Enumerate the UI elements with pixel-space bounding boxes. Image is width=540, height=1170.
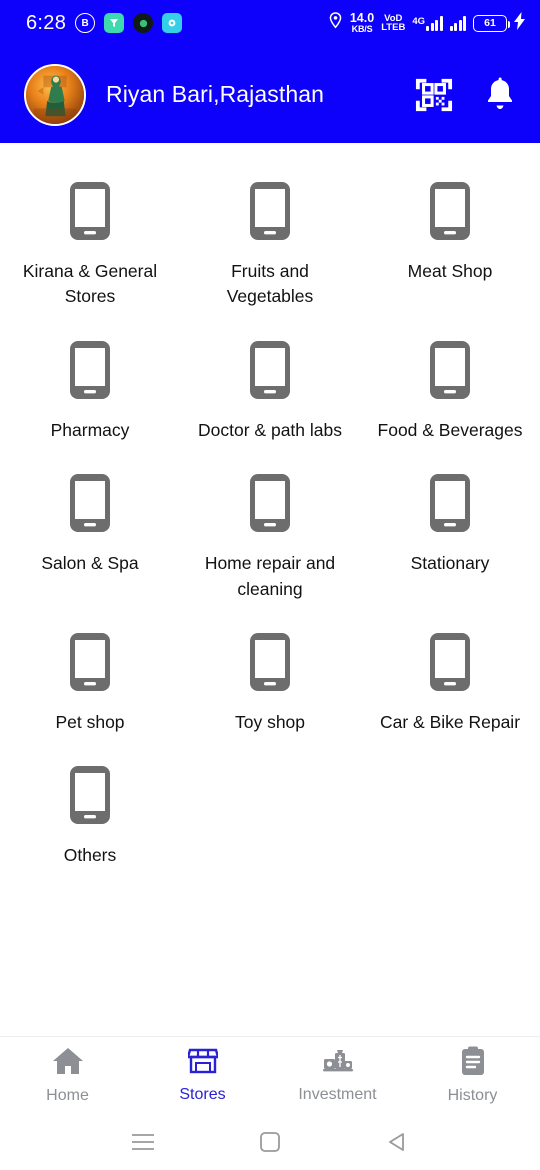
- category-label: Fruits and Vegetables: [226, 261, 314, 307]
- status-bar-right: 14.0 KB/S VoD LTEB 4G 61: [328, 11, 526, 35]
- storefront-icon: [185, 1047, 220, 1080]
- battery-indicator: 61: [473, 14, 510, 32]
- mobile-phone-icon: [422, 334, 478, 406]
- data-type-label: 4G: [412, 15, 425, 27]
- status-bar: 6:28 B 14.0 KB/S VoD LTEB 4G 61: [0, 0, 540, 46]
- mobile-phone-icon: [422, 175, 478, 247]
- category-grid: Kirana & General Stores Fruits and Veget…: [0, 157, 540, 875]
- category-label: Kirana & General Stores: [22, 261, 158, 307]
- nav-label-home: Home: [46, 1087, 89, 1104]
- mobile-phone-icon: [62, 334, 118, 406]
- mobile-phone-icon: [62, 759, 118, 831]
- network-speed-value: 14.0: [349, 11, 375, 26]
- status-clock: 6:28: [26, 11, 67, 34]
- bottom-navigation: Home Stores Investment History: [0, 1036, 540, 1114]
- app-screen: 6:28 B 14.0 KB/S VoD LTEB 4G 61 Riyan Ba…: [0, 0, 540, 1170]
- status-bar-left: 6:28 B: [26, 11, 183, 35]
- mobile-phone-icon: [242, 175, 298, 247]
- money-stack-icon: [322, 1047, 354, 1080]
- mobile-phone-icon: [422, 626, 478, 698]
- category-label: Doctor & path labs: [198, 419, 342, 440]
- nav-item-history[interactable]: History: [405, 1046, 540, 1105]
- mobile-phone-icon: [242, 467, 298, 539]
- category-label: Food & Beverages: [377, 419, 523, 440]
- battery-percent: 61: [484, 17, 496, 29]
- category-item[interactable]: Car & Bike Repair: [360, 608, 540, 741]
- category-label: Stationary: [410, 553, 490, 574]
- category-label: Salon & Spa: [41, 553, 139, 574]
- category-label: Car & Bike Repair: [379, 711, 521, 732]
- category-item[interactable]: Meat Shop: [360, 157, 540, 316]
- cyan-app-icon: [162, 13, 183, 33]
- page-title: Riyan Bari,Rajasthan: [106, 81, 325, 107]
- mobile-phone-icon: [242, 626, 298, 698]
- signal-bars-sim2: [449, 15, 466, 31]
- category-label: Home repair and cleaning: [204, 553, 336, 599]
- nav-label-history: History: [447, 1087, 498, 1104]
- category-item[interactable]: Doctor & path labs: [180, 316, 360, 449]
- app-header-actions: [414, 75, 520, 115]
- nav-item-stores[interactable]: Stores: [135, 1047, 270, 1104]
- charging-bolt-icon: [514, 11, 526, 35]
- square-home-icon[interactable]: [248, 1120, 292, 1164]
- category-item[interactable]: Pet shop: [0, 608, 180, 741]
- clipboard-icon: [460, 1046, 486, 1081]
- category-grid-container: Kirana & General Stores Fruits and Veget…: [0, 143, 540, 1036]
- location-pin-icon: [328, 12, 343, 34]
- category-label: Pet shop: [55, 711, 125, 732]
- mobile-phone-icon: [422, 467, 478, 539]
- bell-icon[interactable]: [480, 75, 520, 115]
- nav-label-investment: Investment: [298, 1086, 377, 1103]
- category-item[interactable]: Others: [0, 741, 180, 874]
- category-label: Toy shop: [234, 711, 306, 732]
- mobile-phone-icon: [62, 467, 118, 539]
- network-speed-unit: KB/S: [351, 23, 373, 34]
- volte-line2: LTEB: [381, 22, 406, 33]
- avatar[interactable]: [24, 63, 86, 126]
- signal-indicator-sim1: 4G: [412, 15, 443, 31]
- category-item[interactable]: Stationary: [360, 449, 540, 608]
- mobile-phone-icon: [242, 334, 298, 406]
- category-item[interactable]: Salon & Spa: [0, 449, 180, 608]
- category-item[interactable]: Home repair and cleaning: [180, 449, 360, 608]
- category-item[interactable]: Food & Beverages: [360, 316, 540, 449]
- browser-b-icon: B: [75, 13, 96, 33]
- menu-lines-icon[interactable]: [121, 1120, 165, 1164]
- category-item[interactable]: Kirana & General Stores: [0, 157, 180, 316]
- home-icon: [52, 1046, 84, 1081]
- qr-scan-icon[interactable]: [414, 75, 454, 115]
- category-label: Meat Shop: [407, 261, 493, 281]
- category-item[interactable]: Pharmacy: [0, 316, 180, 449]
- dark-app-icon: [133, 13, 154, 33]
- volte-indicator: VoD LTEB: [381, 13, 406, 33]
- category-item[interactable]: Fruits and Vegetables: [180, 157, 360, 316]
- category-label: Others: [63, 845, 117, 866]
- triangle-back-icon[interactable]: [375, 1120, 419, 1164]
- category-item[interactable]: Toy shop: [180, 608, 360, 741]
- category-label: Pharmacy: [50, 419, 130, 440]
- system-navigation-bar: [0, 1114, 540, 1170]
- app-header: Riyan Bari,Rajasthan: [0, 46, 540, 143]
- network-speed: 14.0 KB/S: [350, 12, 374, 34]
- signal-bars-sim1: [426, 15, 443, 31]
- nav-item-investment[interactable]: Investment: [270, 1047, 405, 1104]
- teal-app-icon: [104, 13, 125, 33]
- nav-label-stores: Stores: [179, 1086, 226, 1103]
- nav-item-home[interactable]: Home: [0, 1046, 135, 1105]
- mobile-phone-icon: [62, 626, 118, 698]
- avatar-image: [26, 65, 84, 124]
- mobile-phone-icon: [62, 175, 118, 247]
